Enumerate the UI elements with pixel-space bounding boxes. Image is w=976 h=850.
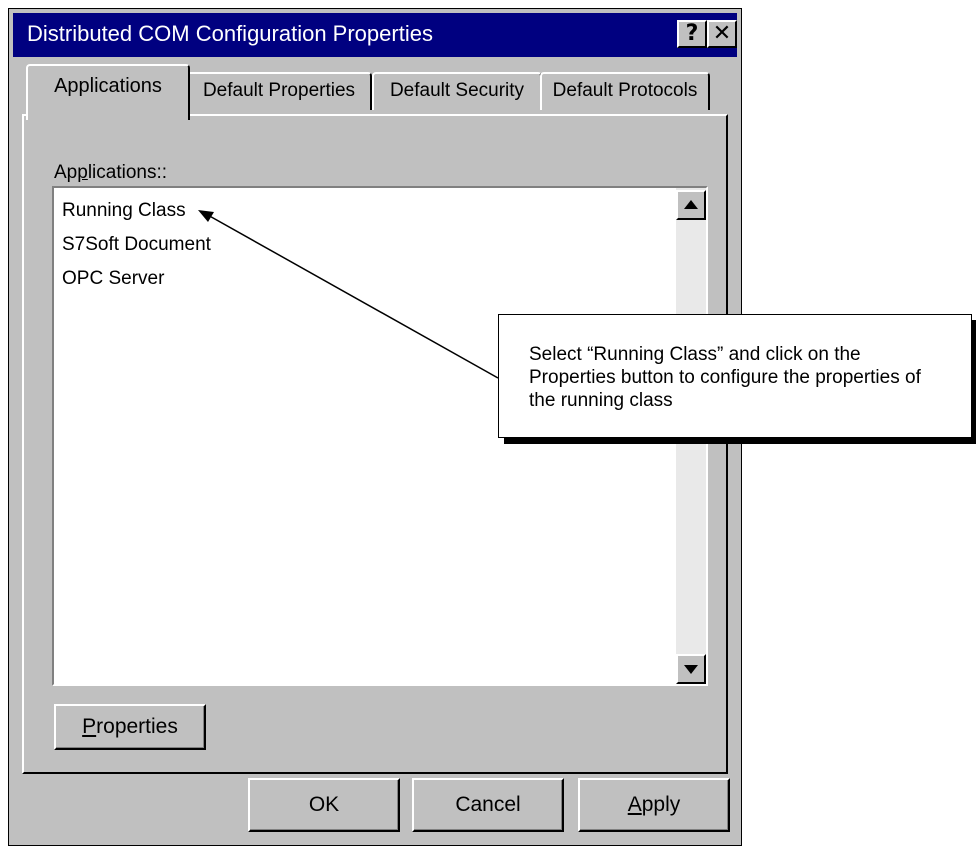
- scroll-up-arrow-icon: [684, 200, 698, 209]
- properties-mnemonic: P: [82, 715, 97, 738]
- applications-label-part-2: lications::: [87, 162, 168, 183]
- properties-button[interactable]: Properties: [54, 704, 206, 750]
- list-item[interactable]: OPC Server: [62, 268, 164, 290]
- apply-mnemonic: A: [627, 793, 642, 816]
- tab-default-security[interactable]: Default Security: [372, 72, 542, 110]
- applications-label-part-1: Ap: [54, 162, 78, 183]
- tab-applications[interactable]: Applications: [26, 64, 190, 120]
- scroll-down-arrow-icon: [684, 665, 698, 674]
- apply-button[interactable]: Apply: [578, 778, 730, 832]
- scroll-down-button[interactable]: [676, 654, 706, 684]
- help-button[interactable]: ?: [677, 20, 707, 48]
- tab-default-protocols[interactable]: Default Protocols: [540, 72, 710, 110]
- callout-box: Select “Running Class” and click on the …: [498, 314, 972, 438]
- tab-default-properties[interactable]: Default Properties: [186, 72, 372, 110]
- applications-label-mnemonic: p: [77, 162, 88, 183]
- properties-label: roperties: [96, 715, 178, 738]
- applications-label: Applications::: [54, 162, 167, 184]
- apply-label: pply: [641, 793, 681, 816]
- cancel-button[interactable]: Cancel: [412, 778, 564, 832]
- title-bar[interactable]: Distributed COM Configuration Properties…: [13, 13, 737, 57]
- list-item[interactable]: S7Soft Document: [62, 234, 211, 256]
- window-title: Distributed COM Configuration Properties: [27, 21, 433, 46]
- ok-button[interactable]: OK: [248, 778, 400, 832]
- list-item[interactable]: Running Class: [62, 200, 186, 222]
- scroll-up-button[interactable]: [676, 190, 706, 220]
- callout-text: Select “Running Class” and click on the …: [529, 344, 921, 411]
- close-button[interactable]: ✕: [707, 20, 737, 48]
